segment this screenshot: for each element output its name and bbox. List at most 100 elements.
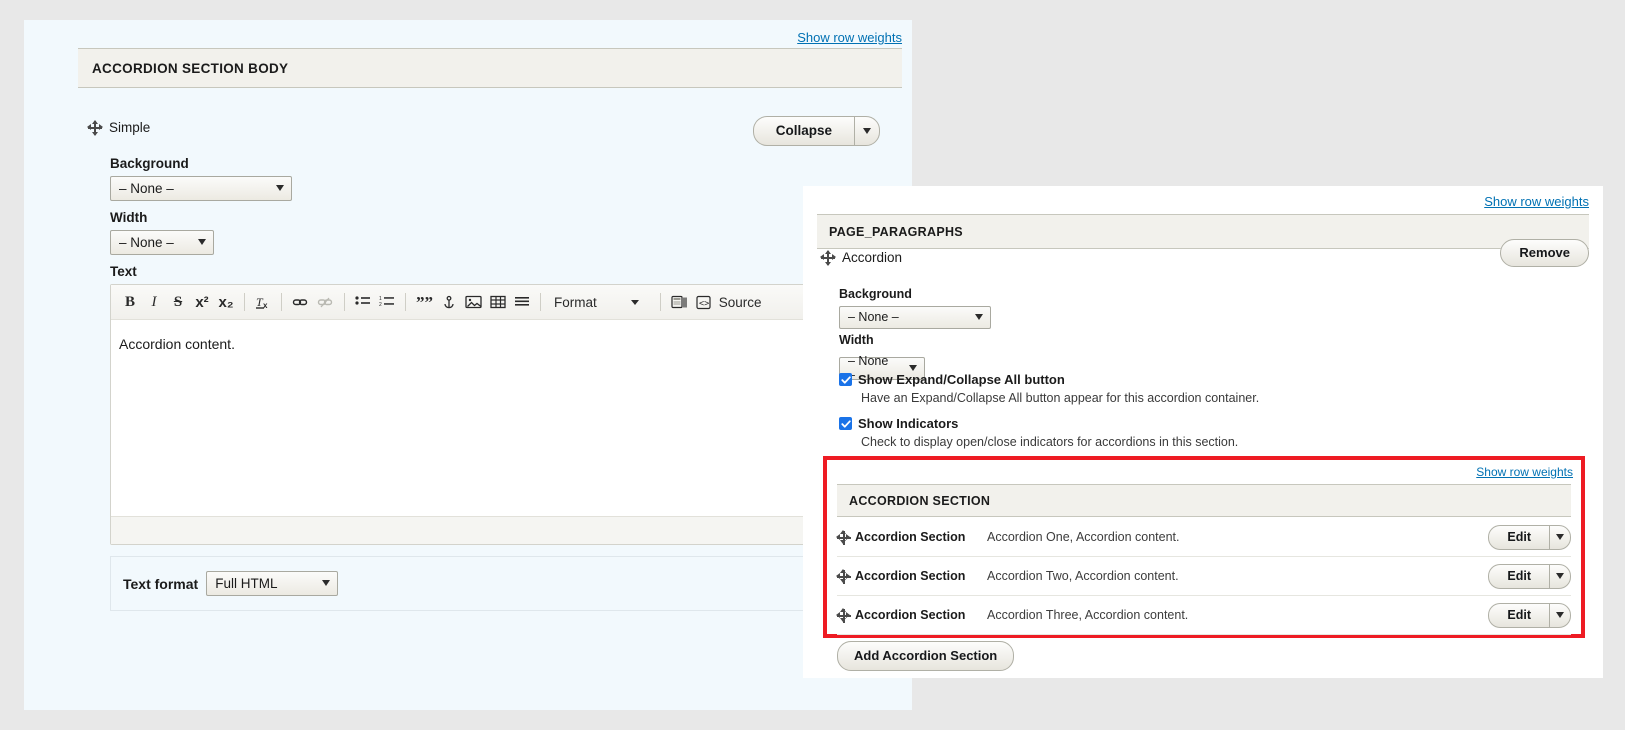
right-row-label: Accordion xyxy=(842,250,903,265)
text-format-label: Text format xyxy=(123,575,199,592)
image-icon[interactable] xyxy=(462,291,485,313)
numbered-list-icon[interactable]: 12 xyxy=(376,291,398,313)
show-expand-collapse-all-description: Have an Expand/Collapse All button appea… xyxy=(861,391,1260,405)
source-label[interactable]: Source xyxy=(717,291,765,313)
accordion-row-name: Accordion Section xyxy=(855,530,966,544)
page-paragraphs-panel: Show row weights PAGE_PARAGRAPHS Accordi… xyxy=(803,186,1603,678)
show-indicators-checkbox[interactable] xyxy=(839,417,852,430)
left-row-drag-area[interactable]: Simple xyxy=(87,119,150,136)
collapse-button[interactable]: Collapse xyxy=(752,116,854,146)
table-caption: ACCORDION SECTION BODY xyxy=(78,48,902,88)
show-expand-collapse-all-checkbox[interactable] xyxy=(839,373,852,386)
drag-handle-icon[interactable] xyxy=(820,249,836,266)
drag-handle-icon[interactable] xyxy=(87,119,103,136)
add-accordion-section-wrap: Add Accordion Section xyxy=(837,641,1015,671)
svg-text:x: x xyxy=(263,301,268,310)
left-width-select[interactable]: – None – xyxy=(110,230,214,255)
left-width-value: – None – xyxy=(119,234,174,250)
collapse-split-button[interactable]: Collapse xyxy=(752,116,880,146)
show-row-weights-link[interactable]: Show row weights xyxy=(797,30,902,45)
toolbar-separator xyxy=(244,293,245,311)
link-icon[interactable] xyxy=(289,291,312,313)
editor-toolbar: B I S x² x₂ Tx 1 2 ”” Format <> Source xyxy=(111,285,915,320)
right-background-select[interactable]: – None – xyxy=(839,306,991,329)
format-dropdown-label[interactable]: Format xyxy=(548,291,603,313)
accordion-row-description: Accordion One, Accordion content. xyxy=(987,530,1180,544)
unlink-icon[interactable] xyxy=(314,291,337,313)
edit-dropdown-toggle[interactable] xyxy=(1549,563,1571,589)
source-icon[interactable]: <> xyxy=(693,291,715,313)
chevron-down-icon xyxy=(1556,573,1564,579)
right-row-drag-area[interactable]: Accordion xyxy=(820,249,903,266)
left-background-label: Background xyxy=(110,156,189,171)
superscript-icon[interactable]: x² xyxy=(191,291,213,313)
text-format-bar: Text format Full HTML About text f xyxy=(110,556,916,611)
strikethrough-icon[interactable]: S xyxy=(167,291,189,313)
format-dropdown-toggle[interactable] xyxy=(605,291,653,313)
chevron-down-icon xyxy=(630,299,639,305)
chevron-down-icon xyxy=(276,185,284,191)
remove-button-wrap: Remove xyxy=(1500,239,1589,267)
show-indicators-field: Show Indicators Check to display open/cl… xyxy=(839,416,1238,449)
table-row: Accordion Section Accordion Two, Accordi… xyxy=(836,557,1571,596)
anchor-icon[interactable] xyxy=(438,291,460,313)
accordion-row-actions: Edit xyxy=(1488,602,1571,628)
editor-content-text: Accordion content. xyxy=(119,336,235,352)
bulleted-list-icon[interactable] xyxy=(352,291,374,313)
left-background-value: – None – xyxy=(119,180,174,196)
edit-dropdown-toggle[interactable] xyxy=(1549,602,1571,628)
svg-text:2: 2 xyxy=(379,302,382,308)
left-background-field: Background – None – xyxy=(110,156,292,201)
show-row-weights-link[interactable]: Show row weights xyxy=(1476,465,1573,479)
left-width-field: Width – None – xyxy=(110,210,214,255)
text-format-select[interactable]: Full HTML xyxy=(206,571,339,596)
accordion-section-body-table: ACCORDION SECTION BODY xyxy=(78,48,902,88)
edit-button[interactable]: Edit xyxy=(1488,602,1549,628)
page-paragraphs-table: PAGE_PARAGRAPHS xyxy=(817,214,1589,249)
italic-icon[interactable]: I xyxy=(143,291,165,313)
accordion-row-actions: Edit xyxy=(1488,524,1571,550)
screen-root: Show row weights ACCORDION SECTION BODY … xyxy=(0,0,1625,730)
right-background-field: Background – None – xyxy=(839,287,991,329)
rich-text-editor: B I S x² x₂ Tx 1 2 ”” Format <> Source A… xyxy=(110,284,916,545)
bold-icon[interactable]: B xyxy=(119,291,141,313)
accordion-section-body-panel: Show row weights ACCORDION SECTION BODY … xyxy=(24,20,916,710)
accordion-row-actions: Edit xyxy=(1488,563,1571,589)
right-width-label: Width xyxy=(839,333,874,347)
chevron-down-icon xyxy=(1556,534,1564,540)
drag-handle-icon[interactable] xyxy=(836,569,851,584)
subscript-icon[interactable]: x₂ xyxy=(215,291,237,313)
toolbar-separator xyxy=(344,293,345,311)
show-row-weights-link[interactable]: Show row weights xyxy=(1484,194,1589,209)
collapse-dropdown-toggle[interactable] xyxy=(854,116,880,146)
right-background-value: – None – xyxy=(848,310,899,324)
edit-button[interactable]: Edit xyxy=(1488,563,1549,589)
edit-dropdown-toggle[interactable] xyxy=(1549,524,1571,550)
horizontal-rule-icon[interactable] xyxy=(511,291,533,313)
chevron-down-icon xyxy=(1556,612,1564,618)
show-expand-collapse-all-label: Show Expand/Collapse All button xyxy=(858,372,1065,387)
editor-content-area[interactable]: Accordion content. xyxy=(111,320,915,516)
show-indicators-label: Show Indicators xyxy=(858,416,959,431)
left-background-select[interactable]: – None – xyxy=(110,176,292,201)
text-label: Text xyxy=(110,264,137,279)
accordion-row-name-cell: Accordion Section xyxy=(836,608,987,623)
left-width-label: Width xyxy=(110,210,148,225)
accordion-row-name-cell: Accordion Section xyxy=(836,530,987,545)
drag-handle-icon[interactable] xyxy=(836,608,851,623)
add-accordion-section-button[interactable]: Add Accordion Section xyxy=(837,641,1015,671)
blockquote-icon[interactable]: ”” xyxy=(413,291,436,313)
toolbar-separator xyxy=(405,293,406,311)
edit-button[interactable]: Edit xyxy=(1488,524,1549,550)
templates-icon[interactable] xyxy=(668,291,691,313)
accordion-row-name-cell: Accordion Section xyxy=(836,569,987,584)
chevron-down-icon xyxy=(198,239,206,245)
drag-handle-icon[interactable] xyxy=(836,530,851,545)
table-caption: PAGE_PARAGRAPHS xyxy=(817,214,1589,249)
chevron-down-icon xyxy=(909,365,917,371)
text-field: Text B I S x² x₂ Tx 1 2 ”” Format <> Sou… xyxy=(110,264,916,545)
remove-format-icon[interactable]: Tx xyxy=(252,291,274,313)
table-icon[interactable] xyxy=(487,291,509,313)
table-row: Accordion Section Accordion One, Accordi… xyxy=(836,518,1571,557)
remove-button[interactable]: Remove xyxy=(1500,239,1589,267)
